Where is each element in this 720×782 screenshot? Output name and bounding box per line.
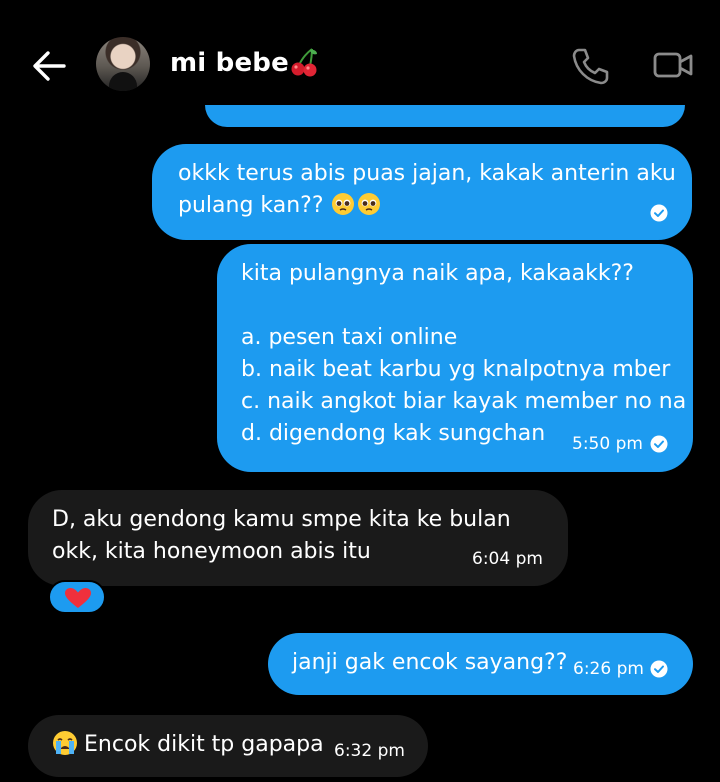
- read-check-icon: [650, 435, 668, 453]
- message-text-line: c. naik angkot biar kayak member no na: [241, 389, 687, 414]
- pleading-face-icon: [331, 193, 354, 215]
- message-bubble-outgoing[interactable]: kita pulangnya naik apa, kakaakk?? a. pe…: [217, 244, 693, 472]
- message-bubble-outgoing[interactable]: janji gak encok sayang?? 6:26 pm: [268, 633, 693, 695]
- message-text-line: D, aku gendong kamu smpe kita ke bulan: [52, 507, 511, 532]
- message-text-line: pulang kan??: [178, 190, 666, 222]
- message-timestamp: 6:32 pm: [334, 741, 405, 761]
- cherries-icon: [291, 48, 317, 77]
- message-bubble-outgoing[interactable]: okkk terus abis puas jajan, kakak anteri…: [152, 144, 692, 240]
- video-call-icon[interactable]: [652, 48, 694, 82]
- message-bubble-incoming[interactable]: D, aku gendong kamu smpe kita ke bulan o…: [28, 490, 568, 586]
- pleading-face-icon: [357, 193, 380, 215]
- message-text-line-part: Encok dikit tp gapapa: [84, 732, 324, 757]
- contact-name[interactable]: mi bebe: [170, 47, 318, 78]
- message-timestamp: 6:04 pm: [472, 549, 543, 569]
- message-text-line: okk, kita honeymoon abis itu: [52, 539, 371, 564]
- previous-message-bubble[interactable]: [205, 105, 685, 127]
- message-text-line: kita pulangnya naik apa, kakaakk??: [241, 261, 634, 286]
- message-bubble-incoming[interactable]: Encok dikit tp gapapa 6:32 pm: [28, 715, 428, 777]
- message-timestamp: 6:26 pm: [573, 659, 644, 679]
- message-text-line-part: pulang kan??: [178, 193, 324, 218]
- message-text-line: okkk terus abis puas jajan, kakak anteri…: [178, 161, 676, 186]
- read-check-icon: [650, 660, 668, 678]
- message-text-line: b. naik beat karbu yg knalpotnya mber: [241, 357, 671, 382]
- avatar[interactable]: [96, 37, 150, 91]
- message-timestamp: 5:50 pm: [572, 434, 643, 454]
- read-check-icon: [650, 204, 668, 222]
- reaction-badge[interactable]: [48, 580, 106, 614]
- message-text-line: [241, 290, 669, 322]
- back-arrow-icon[interactable]: [30, 48, 68, 84]
- crying-face-icon: [53, 731, 77, 755]
- red-heart-icon: [65, 588, 91, 608]
- message-text-line: a. pesen taxi online: [241, 325, 458, 350]
- contact-name-text: mi bebe: [170, 48, 289, 78]
- phone-icon[interactable]: [570, 46, 610, 86]
